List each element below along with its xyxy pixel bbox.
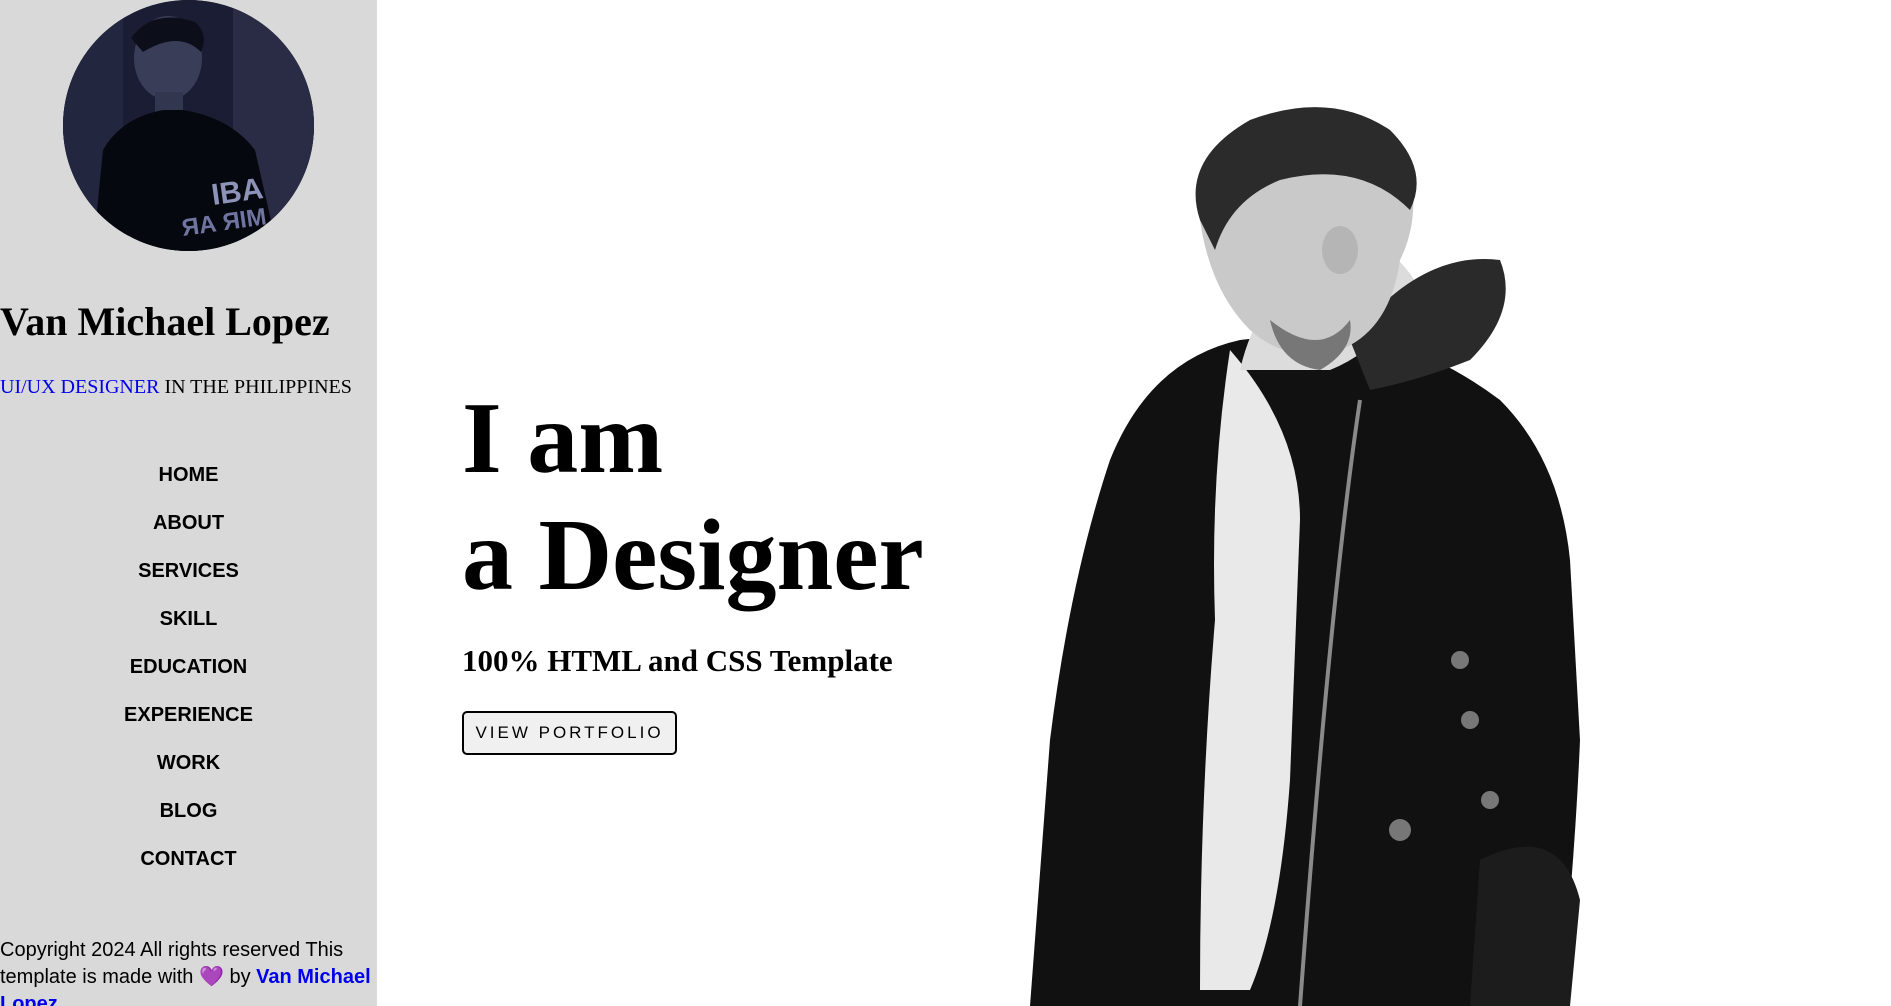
nav-item-education: EDUCATION (0, 650, 377, 698)
nav-link-experience[interactable]: EXPERIENCE (124, 704, 253, 726)
nav-link-skill[interactable]: SKILL (160, 608, 218, 630)
nav-link-work[interactable]: WORK (157, 752, 220, 774)
copyright-by: by (223, 966, 257, 988)
hero-designer-photo (1030, 107, 1580, 1006)
site-owner-name: Van Michael Lopez (0, 299, 330, 344)
nav-link-home[interactable]: HOME (159, 464, 219, 486)
view-portfolio-button[interactable]: VIEW PORTFOLIO (462, 711, 677, 755)
nav-item-skill: SKILL (0, 602, 377, 650)
nav-item-home: HOME (0, 458, 377, 506)
profile-photo: IBA ЯА ЯIM (63, 0, 314, 251)
main-nav: HOME ABOUT SERVICES SKILL EDUCATION EXPE… (0, 458, 377, 890)
owner-role-highlight: UI/UX DESIGNER (0, 376, 160, 398)
nav-item-blog: BLOG (0, 794, 377, 842)
hero-title-line1: I am (462, 382, 664, 495)
nav-item-about: ABOUT (0, 506, 377, 554)
hero-subtitle: 100% HTML and CSS Template (462, 643, 893, 678)
heart-icon: 💜 (198, 966, 224, 988)
nav-link-blog[interactable]: BLOG (160, 800, 218, 822)
hero-title-line2: a Designer (462, 499, 924, 612)
owner-role: UI/UX DESIGNER IN THE PHILIPPINES (0, 376, 352, 399)
nav-item-work: WORK (0, 746, 377, 794)
profile-avatar: IBA ЯА ЯIM (63, 0, 314, 251)
nav-link-services[interactable]: SERVICES (138, 560, 239, 582)
hero-title: I am a Designer (462, 380, 924, 614)
owner-role-location: IN THE PHILIPPINES (159, 376, 352, 398)
page: IBA ЯА ЯIM Van Michael Lopez UI/UX DESIG… (0, 0, 1891, 1006)
nav-link-education[interactable]: EDUCATION (130, 656, 247, 678)
sidebar: IBA ЯА ЯIM Van Michael Lopez UI/UX DESIG… (0, 0, 377, 1006)
nav-link-about[interactable]: ABOUT (153, 512, 224, 534)
nav-link-contact[interactable]: CONTACT (140, 848, 236, 870)
copyright-notice: Copyright 2024 All rights reserved This … (0, 937, 377, 1006)
nav-item-services: SERVICES (0, 554, 377, 602)
nav-item-experience: EXPERIENCE (0, 698, 377, 746)
nav-item-contact: CONTACT (0, 842, 377, 890)
